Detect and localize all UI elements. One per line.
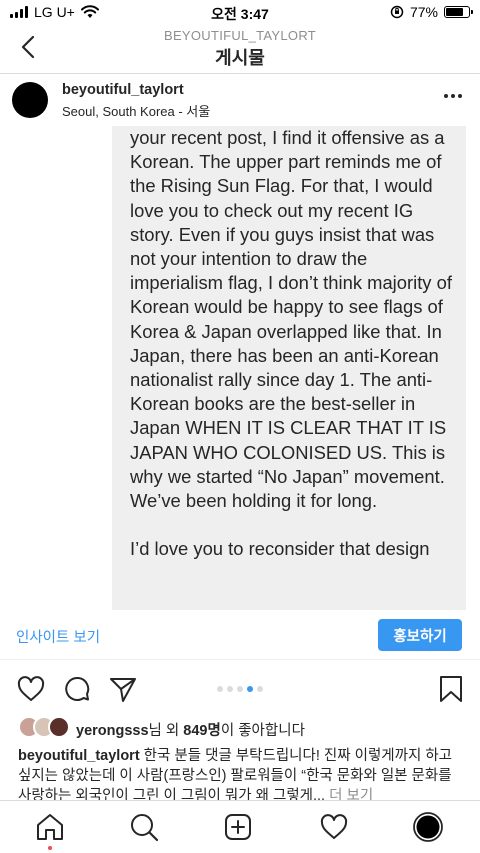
- battery-percent: 77%: [409, 4, 438, 20]
- search-icon[interactable]: [128, 811, 160, 843]
- status-bar: LG U+ 오전 3:47 77%: [0, 0, 480, 26]
- activity-heart-icon[interactable]: [318, 811, 350, 843]
- likes-row[interactable]: yerongsss님 외 849명이 좋아합니다: [0, 714, 480, 744]
- message-paragraph: your recent post, I find it offensive as…: [130, 127, 452, 512]
- likes-middle: 님 외: [148, 723, 184, 739]
- promote-button[interactable]: 홍보하기: [378, 619, 462, 651]
- orientation-lock-icon: [390, 5, 404, 19]
- likes-summary: yerongsss님 외 849명이 좋아합니다: [76, 719, 305, 740]
- carousel-dot: [217, 686, 223, 692]
- profile-icon[interactable]: [412, 811, 444, 843]
- carousel-dot: [237, 686, 243, 692]
- insights-row: 인사이트 보기 홍보하기: [0, 610, 480, 660]
- add-post-icon[interactable]: [222, 811, 254, 843]
- caption-username[interactable]: beyoutiful_taylort: [18, 748, 140, 764]
- save-bookmark-icon[interactable]: [436, 674, 466, 704]
- message-paragraph: I’d love you to reconsider that design: [130, 538, 430, 560]
- view-insights-link[interactable]: 인사이트 보기: [16, 626, 100, 647]
- action-bar: [0, 668, 480, 710]
- author-username[interactable]: beyoutiful_taylort: [62, 82, 184, 98]
- post-location[interactable]: Seoul, South Korea - 서울: [62, 101, 210, 120]
- carousel-dot: [227, 686, 233, 692]
- liker-avatars: [18, 716, 74, 740]
- likes-suffix: 이 좋아합니다: [220, 723, 305, 739]
- post-image[interactable]: your recent post, I find it offensive as…: [0, 126, 480, 610]
- message-text: your recent post, I find it offensive as…: [130, 126, 460, 586]
- carousel-dot: [247, 686, 253, 692]
- carousel-dot: [257, 686, 263, 692]
- home-icon[interactable]: [34, 811, 66, 843]
- post-header-bar: BEYOUTIFUL_TAYLORT 게시물: [0, 26, 480, 74]
- post-caption: beyoutiful_taylort 한국 분들 댓글 부탁드립니다! 진짜 이…: [18, 746, 468, 806]
- bottom-tab-bar: [0, 800, 480, 853]
- carousel-indicator: [0, 686, 480, 692]
- more-options-button[interactable]: [444, 94, 462, 98]
- likes-count[interactable]: 849명: [183, 723, 221, 739]
- post-author-row: beyoutiful_taylort Seoul, South Korea - …: [0, 74, 480, 126]
- battery-icon: [444, 6, 473, 18]
- author-avatar[interactable]: [12, 82, 48, 118]
- notification-dot: [48, 846, 52, 850]
- page-title: 게시물: [215, 48, 265, 68]
- account-subtitle: BEYOUTIFUL_TAYLORT: [163, 28, 317, 43]
- more-horizontal-icon: [444, 94, 448, 98]
- liker-username[interactable]: yerongsss: [76, 723, 149, 739]
- status-right: 77%: [390, 4, 473, 20]
- liker-avatar: [48, 716, 70, 738]
